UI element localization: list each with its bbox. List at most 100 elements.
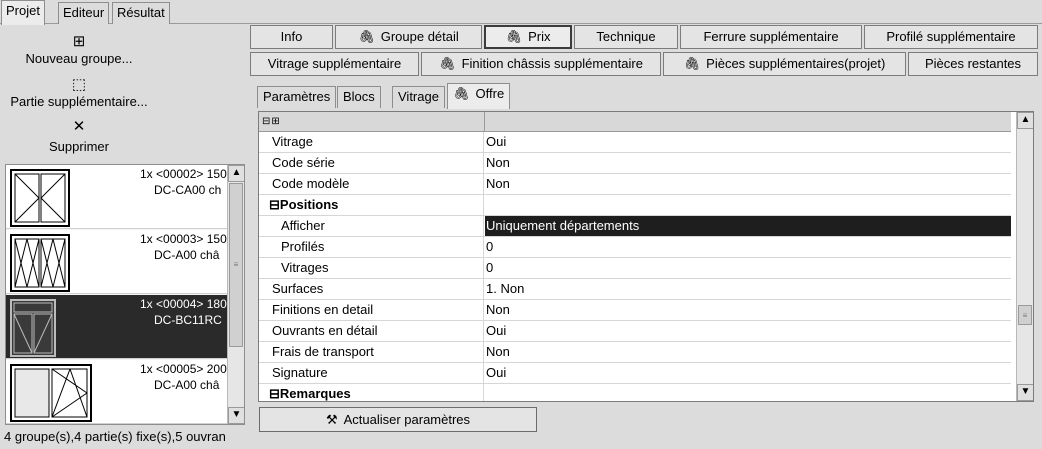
row-value[interactable]: Non — [485, 300, 1011, 320]
row-value[interactable]: 1. Non — [485, 279, 1011, 299]
row-name: Profilés — [259, 237, 484, 257]
group-title: 1x <00004> 180 — [140, 297, 227, 311]
list-item[interactable]: 1x <00004> 180 DC-BC11RC — [6, 295, 228, 359]
row-value[interactable]: Oui — [485, 321, 1011, 341]
group-title: 1x <00002> 150 — [140, 167, 227, 181]
scroll-down-icon[interactable]: ▼ — [1017, 384, 1033, 401]
collapse-icon[interactable]: ⊟ — [269, 197, 280, 212]
grid-scrollbar[interactable]: ▲ ≡ ▼ — [1016, 112, 1033, 401]
refresh-parameters-label: Actualiser paramètres — [343, 412, 471, 427]
price-button[interactable]: 🖇 Prix — [484, 25, 572, 49]
tab-parametres[interactable]: Paramètres — [257, 86, 337, 108]
window-thumbnail-icon — [10, 364, 92, 422]
window-thumbnail-icon — [10, 299, 56, 357]
group-subtitle: DC-BC11RC — [154, 313, 222, 327]
row-value[interactable]: 0 — [485, 237, 1011, 257]
grid-row[interactable]: Vitrages 0 — [259, 258, 1011, 279]
grid-row[interactable]: Frais de transport Non — [259, 342, 1011, 363]
refresh-tools-icon: ⚒ — [325, 412, 338, 427]
row-value[interactable]: Oui — [485, 132, 1011, 152]
grid-row[interactable]: Ouvrants en détail Oui — [259, 321, 1011, 342]
extra-part-label: Partie supplémentaire... — [10, 94, 148, 109]
tab-resultat[interactable]: Résultat — [112, 2, 170, 24]
extra-profile-label: Profilé supplémentaire — [886, 29, 1016, 44]
info-button[interactable]: Info — [250, 25, 333, 49]
group-list[interactable]: 1x <00002> 150 DC-CA00 ch 1x <00003> 150… — [5, 164, 245, 425]
price-label: Prix — [528, 29, 551, 44]
row-value[interactable]: Non — [485, 174, 1011, 194]
new-group-label: Nouveau groupe... — [25, 51, 133, 66]
extra-frame-finish-label: Finition châssis supplémentaire — [461, 56, 643, 71]
tab-editeur[interactable]: Editeur — [58, 2, 110, 24]
scroll-up-icon[interactable]: ▲ — [1017, 112, 1033, 129]
expand-collapse-all-icon[interactable]: ⊟⊞ — [262, 116, 281, 127]
grid-row[interactable]: Vitrage Oui — [259, 132, 1011, 153]
row-value[interactable]: Non — [485, 342, 1011, 362]
row-name: Afficher — [259, 216, 484, 236]
row-name: Code série — [259, 153, 484, 173]
property-grid[interactable]: ⊟⊞ Vitrage Oui Code série Non Code modèle N… — [258, 111, 1034, 402]
list-item[interactable]: 1x <00005> 200 DC-A00 châ — [6, 360, 228, 424]
row-name: Frais de transport — [259, 342, 484, 362]
scroll-down-icon[interactable]: ▼ — [228, 407, 244, 424]
status-text: 4 groupe(s),4 partie(s) fixe(s),5 ouvran — [4, 429, 226, 444]
extra-frame-finish-button[interactable]: 🖇 Finition châssis supplémentaire — [421, 52, 661, 76]
collapse-icon[interactable]: ⊟ — [269, 386, 280, 401]
refresh-parameters-button[interactable]: ⚒ Actualiser paramètres — [259, 407, 537, 432]
grid-row[interactable]: Profilés 0 — [259, 237, 1011, 258]
column-divider[interactable] — [484, 112, 485, 132]
extra-glazing-button[interactable]: Vitrage supplémentaire — [250, 52, 419, 76]
section-header[interactable]: ⊟Remarques — [259, 384, 484, 401]
scroll-thumb[interactable]: ≡ — [1018, 305, 1032, 325]
extra-hardware-label: Ferrure supplémentaire — [703, 29, 839, 44]
row-value[interactable]: Oui — [485, 363, 1011, 383]
group-detail-button[interactable]: 🖇 Groupe détail — [335, 25, 482, 49]
extra-part-button[interactable]: ⬚ Partie supplémentaire... — [4, 76, 154, 109]
extra-parts-project-label: Pièces supplémentaires(projet) — [706, 56, 886, 71]
grid-row[interactable]: Code modèle Non — [259, 174, 1011, 195]
delete-button[interactable]: ✕ Supprimer — [4, 118, 154, 154]
row-value[interactable]: 0 — [485, 258, 1011, 278]
extra-profile-button[interactable]: Profilé supplémentaire — [864, 25, 1038, 49]
technical-label: Technique — [596, 29, 656, 44]
tab-offre[interactable]: 🖇 Offre — [447, 83, 511, 109]
paperclip-icon: 🖇 — [453, 86, 470, 101]
list-item[interactable]: 1x <00002> 150 DC-CA00 ch — [6, 165, 228, 229]
grid-row[interactable]: Code série Non — [259, 153, 1011, 174]
grid-section-row[interactable]: ⊟Remarques — [259, 384, 1011, 401]
extra-parts-project-button[interactable]: 🖇 Pièces supplémentaires(projet) — [663, 52, 906, 76]
extra-hardware-button[interactable]: Ferrure supplémentaire — [680, 25, 862, 49]
tab-blocs[interactable]: Blocs — [337, 86, 381, 108]
grid-section-row[interactable]: ⊟Positions — [259, 195, 1011, 216]
section-header[interactable]: ⊟Positions — [259, 195, 484, 215]
group-tools: ⊞ Nouveau groupe... ⬚ Partie supplémenta… — [4, 27, 246, 162]
list-item[interactable]: 1x <00003> 150 DC-A00 châ — [6, 230, 228, 294]
row-name: Finitions en detail — [259, 300, 484, 320]
delete-icon: ✕ — [72, 118, 86, 135]
paperclip-icon: 🖇 — [683, 56, 701, 71]
grid-row[interactable]: Surfaces 1. Non — [259, 279, 1011, 300]
row-name: Vitrages — [259, 258, 484, 278]
new-group-button[interactable]: ⊞ Nouveau groupe... — [4, 33, 154, 66]
group-detail-label: Groupe détail — [380, 29, 459, 44]
grid-row[interactable]: Afficher Uniquement départements — [259, 216, 1011, 237]
group-title: 1x <00003> 150 — [140, 232, 227, 246]
scroll-thumb[interactable]: ≡ — [229, 183, 243, 347]
tab-vitrage[interactable]: Vitrage — [392, 86, 445, 108]
section-label: Positions — [279, 197, 339, 212]
scroll-up-icon[interactable]: ▲ — [228, 165, 244, 182]
tab-projet[interactable]: Projet — [1, 0, 45, 25]
group-list-scrollbar[interactable]: ▲ ≡ ▼ — [227, 165, 244, 424]
grid-row[interactable]: Signature Oui — [259, 363, 1011, 384]
delete-label: Supprimer — [49, 139, 109, 154]
row-value[interactable]: Non — [485, 153, 1011, 173]
info-label: Info — [280, 29, 303, 44]
row-name: Vitrage — [259, 132, 484, 152]
row-value[interactable]: Uniquement départements — [485, 216, 1011, 236]
group-title: 1x <00005> 200 — [140, 362, 227, 376]
technical-button[interactable]: Technique — [574, 25, 678, 49]
grid-row[interactable]: Finitions en detail Non — [259, 300, 1011, 321]
group-subtitle: DC-A00 châ — [154, 378, 220, 392]
row-name: Code modèle — [259, 174, 484, 194]
remaining-parts-button[interactable]: Pièces restantes — [908, 52, 1038, 76]
